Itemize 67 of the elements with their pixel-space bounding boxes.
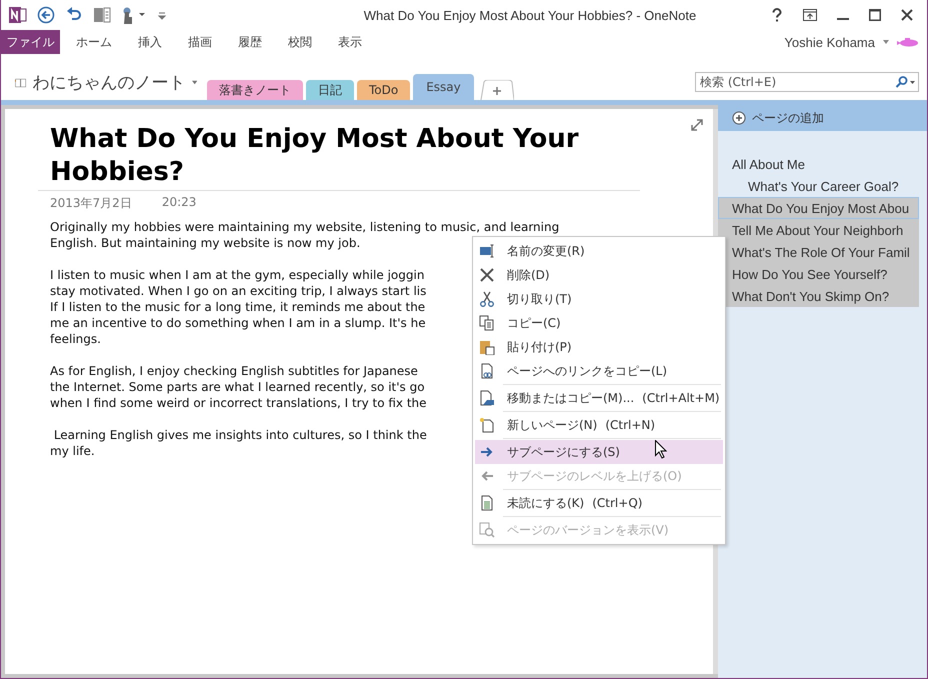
page-tab[interactable]: What Do You Enjoy Most Abou xyxy=(718,197,919,219)
dock-icon[interactable] xyxy=(93,6,111,24)
body-text-line: my life. xyxy=(50,443,95,459)
body-text-line: when I find some weird or incorrect translations, I try to fix the xyxy=(50,395,427,411)
ribbon-tab[interactable]: 描画 xyxy=(188,34,212,50)
body-text-line: I listen to music when I am at the gym, especially while joggin xyxy=(50,267,424,283)
body-text-line: stay motivated. When I go on an exciting trip, I always start lis xyxy=(50,283,426,299)
section-tab[interactable]: 日記 xyxy=(306,80,354,100)
menu-item[interactable]: サブページにする(S) xyxy=(475,440,723,464)
caret-icon[interactable] xyxy=(883,40,889,44)
ribbon-tab[interactable]: ホーム xyxy=(76,34,112,50)
unread-icon xyxy=(479,495,495,511)
body-text-line: feelings. xyxy=(50,331,101,347)
page-date: 2013年7月2日 xyxy=(50,195,132,212)
rename-icon xyxy=(479,243,495,259)
search-field[interactable]: 検索 (Ctrl+E) xyxy=(695,72,919,92)
search-icon[interactable] xyxy=(895,76,915,88)
user-name[interactable]: Yoshie Kohama xyxy=(784,34,875,50)
add-section-icon[interactable] xyxy=(480,80,514,100)
ribbon-tab[interactable]: 履歴 xyxy=(238,34,262,50)
menu-item[interactable]: 移動またはコピー(M)... (Ctrl+Alt+M) xyxy=(475,386,723,410)
menu-item[interactable]: ページへのリンクをコピー(L) xyxy=(475,359,723,383)
close-icon[interactable] xyxy=(901,9,913,21)
file-tab[interactable]: ファイル xyxy=(1,30,60,54)
page-tab[interactable]: Tell Me About Your Neighborh xyxy=(718,219,919,241)
page-tab[interactable]: All About Me xyxy=(718,153,919,175)
body-text-line: Learning English gives me insights into cultures, so I think the xyxy=(52,427,427,443)
cut-icon xyxy=(479,291,495,307)
menu-item[interactable]: 未読にする(K) (Ctrl+Q) xyxy=(475,491,723,515)
ribbon-tab[interactable]: 表示 xyxy=(338,34,362,50)
section-tab[interactable]: ToDo xyxy=(357,80,410,100)
add-icon[interactable] xyxy=(732,111,746,125)
versions-icon xyxy=(479,522,495,538)
body-text-line: me an incentive to do something when I am in a slump. It's he xyxy=(50,315,426,331)
full-screen-icon[interactable] xyxy=(803,9,817,21)
page-title[interactable]: What Do You Enjoy Most About Your Hobbies? xyxy=(38,123,640,191)
window-title: What Do You Enjoy Most About Your Hobbies? - OneNote xyxy=(362,8,698,22)
menu-item[interactable]: 貼り付け(P) xyxy=(475,335,723,359)
expand-icon[interactable] xyxy=(691,119,703,131)
paste-icon xyxy=(479,339,495,355)
back-icon[interactable] xyxy=(37,6,55,24)
link-icon xyxy=(479,363,495,379)
section-tab[interactable]: Essay xyxy=(413,74,474,100)
maximize-icon[interactable] xyxy=(869,9,881,21)
body-text-line: If I listen to the music for a long time, it reminds me about the xyxy=(50,299,426,315)
touch-mode-icon[interactable] xyxy=(121,6,147,24)
ribbon-tab[interactable]: 校閲 xyxy=(288,34,312,50)
page-tab[interactable]: What's Your Career Goal? xyxy=(718,175,919,197)
help-icon[interactable] xyxy=(771,8,783,22)
body-text-line: English. But maintaining my website is now my job. xyxy=(50,235,360,251)
body-text-line: As for English, I enjoy checking English subtitles for Japanese xyxy=(50,363,418,379)
ribbon-tab[interactable]: 挿入 xyxy=(138,34,162,50)
submarine-icon xyxy=(897,37,919,47)
mouse-pointer-icon xyxy=(655,440,667,459)
menu-item[interactable]: コピー(C) xyxy=(475,311,723,335)
copy-icon xyxy=(479,315,495,331)
caret-icon[interactable] xyxy=(192,79,197,86)
page-time: 20:23 xyxy=(162,195,196,211)
notebook-name[interactable]: わにちゃんのノート xyxy=(32,71,186,94)
delete-icon xyxy=(479,267,495,283)
body-text-line: Originally my hobbies were maintaining my website, listening to music, and learning xyxy=(50,219,560,235)
new-icon xyxy=(479,417,495,433)
section-tab[interactable]: 落書きノート xyxy=(207,80,303,100)
move-icon xyxy=(479,390,495,406)
body-text-line: the Internet. Some parts are what I learned recently, so it's go xyxy=(50,379,425,395)
onenote-logo-icon xyxy=(9,6,27,24)
menu-item[interactable]: 新しいページ(N) (Ctrl+N) xyxy=(475,413,723,437)
